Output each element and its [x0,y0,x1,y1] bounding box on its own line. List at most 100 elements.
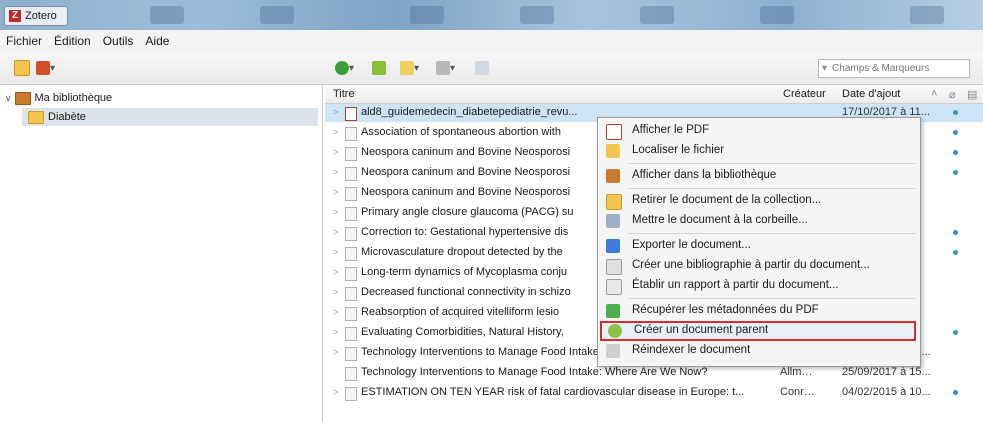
menu-item-retrieve-metadata[interactable]: Récupérer les métadonnées du PDF [598,301,920,321]
attachment-dot-icon [953,330,958,335]
expand-arrow-icon[interactable]: > [333,207,338,217]
search-box[interactable]: ▾ [818,59,970,78]
document-icon [345,287,357,301]
menu-item-export[interactable]: Exporter le document... [598,236,920,256]
document-icon [345,187,357,201]
menu-outils[interactable]: Outils [97,34,140,48]
library-label: Ma bibliothèque [34,92,113,104]
item-title: Association of spontaneous abortion with [361,126,561,138]
menu-fichier[interactable]: Fichier [0,34,48,48]
menu-separator [628,233,916,234]
app-title-tab[interactable]: Z Zotero [4,6,68,26]
attachment-column-icon[interactable]: ⌀ [949,88,956,101]
bibliography-icon [606,259,622,275]
expand-arrow-icon[interactable]: > [333,347,338,357]
window-title-bar: Z Zotero [0,0,983,30]
document-icon [345,367,357,381]
menu-item-move-to-trash[interactable]: Mettre le document à la corbeille... [598,211,920,231]
attachment-dot-icon [953,230,958,235]
tree-item-my-library[interactable]: v Ma bibliothèque [6,89,112,107]
attachment-dot-icon [953,390,958,395]
paperclip-icon [436,61,450,75]
background-blur [260,6,294,24]
expand-arrow-icon[interactable]: > [333,267,338,277]
chevron-down-icon: ▾ [50,62,56,74]
library-actions-icon [36,61,50,75]
expand-arrow-icon[interactable]: > [333,107,338,117]
document-icon [345,207,357,221]
new-item-button[interactable]: ▾ [335,60,354,76]
item-title: ESTIMATION ON TEN YEAR risk of fatal car… [361,386,745,398]
menu-item-reindex[interactable]: Réindexer le document [598,341,920,361]
attachment-dot-icon [953,250,958,255]
document-icon [345,127,357,141]
document-icon [345,347,357,361]
context-menu: Afficher le PDF Localiser le fichier Aff… [597,117,921,367]
chevron-down-icon: ▾ [414,62,420,74]
menu-item-show-in-library[interactable]: Afficher dans la bibliothèque [598,166,920,186]
item-date-added: 25/09/2017 à 15... [842,366,931,378]
chevron-down-icon: ▾ [349,62,355,74]
expand-arrow-icon[interactable]: > [333,227,338,237]
background-blur [640,6,674,24]
item-title: Neospora caninum and Bovine Neosporosi [361,146,571,158]
pdf-icon [606,124,622,140]
column-title[interactable]: Titre [333,88,355,100]
menu-item-create-parent-item[interactable]: Créer un document parent [600,321,916,341]
new-collection-button[interactable] [14,60,30,76]
menu-item-locate-file[interactable]: Localiser le fichier [598,141,920,161]
menu-bar: Fichier Édition Outils Aide [0,30,983,53]
table-row[interactable]: > ESTIMATION ON TEN YEAR risk of fatal ca… [325,384,983,402]
background-blur [410,6,444,24]
item-title: Long-term dynamics of Mycoplasma conju [361,266,568,278]
library-icon [14,91,31,105]
expand-arrow-icon[interactable]: > [333,127,338,137]
new-note-button[interactable]: ▾ [400,60,419,76]
expand-arrow-icon[interactable]: > [333,287,338,297]
collections-pane: v Ma bibliothèque Diabète [0,85,323,422]
add-by-identifier-button[interactable] [372,60,386,76]
menu-item-create-bibliography[interactable]: Créer une bibliographie à partir du docu… [598,256,920,276]
document-icon [345,247,357,261]
toolbar: ▾ ▾ ▾ ▾ ▾ [0,52,983,85]
item-title: Neospora caninum and Bovine Neosporosi [361,186,571,198]
expand-arrow-icon[interactable]: > [333,147,338,157]
menu-item-show-pdf[interactable]: Afficher le PDF [598,121,920,141]
column-date-added[interactable]: Date d'ajout [842,88,900,100]
note-icon [400,61,414,75]
attachment-button[interactable]: ▾ [436,60,455,76]
chevron-down-icon: ▾ [450,62,456,74]
library-icon [606,169,620,183]
column-creator[interactable]: Créateur [783,88,826,100]
library-actions-button[interactable]: ▾ [36,60,55,76]
item-title: ald8_guidemedecin_diabetepediatrie_revu.… [361,106,578,118]
expand-arrow-icon[interactable]: > [333,187,338,197]
item-title: Reabsorption of acquired vitelliform les… [361,306,560,318]
expand-arrow-icon[interactable]: > [333,387,338,397]
tree-item-diabete[interactable]: Diabète [22,108,318,126]
folder-icon [606,144,620,158]
expand-arrow-icon[interactable]: > [333,327,338,337]
expand-arrow-icon[interactable]: > [333,247,338,257]
expand-arrow-icon[interactable]: > [333,307,338,317]
document-icon [345,387,357,401]
menu-edition[interactable]: Édition [48,34,97,48]
report-icon [606,279,622,295]
menu-aide[interactable]: Aide [139,34,175,48]
item-title: Evaluating Comorbidities, Natural Histor… [361,326,564,338]
menu-item-generate-report[interactable]: Établir un rapport à partir du document.… [598,276,920,296]
expand-arrow-icon[interactable]: v [6,93,11,103]
attachment-dot-icon [953,130,958,135]
create-parent-icon [608,324,622,338]
column-picker-icon[interactable]: ▤ [967,88,977,101]
document-icon [345,167,357,181]
menu-separator [628,163,916,164]
menu-item-remove-from-collection[interactable]: Retirer le document de la collection... [598,191,920,211]
locate-button[interactable] [475,60,489,76]
expand-arrow-icon[interactable]: > [333,167,338,177]
column-header: Titre Créateur Date d'ajout ˄ ⌀ ▤ [325,85,983,104]
folder-icon [28,110,44,124]
attachment-dot-icon [953,150,958,155]
search-input[interactable] [830,62,965,75]
zotero-logo-icon: Z [9,10,21,22]
